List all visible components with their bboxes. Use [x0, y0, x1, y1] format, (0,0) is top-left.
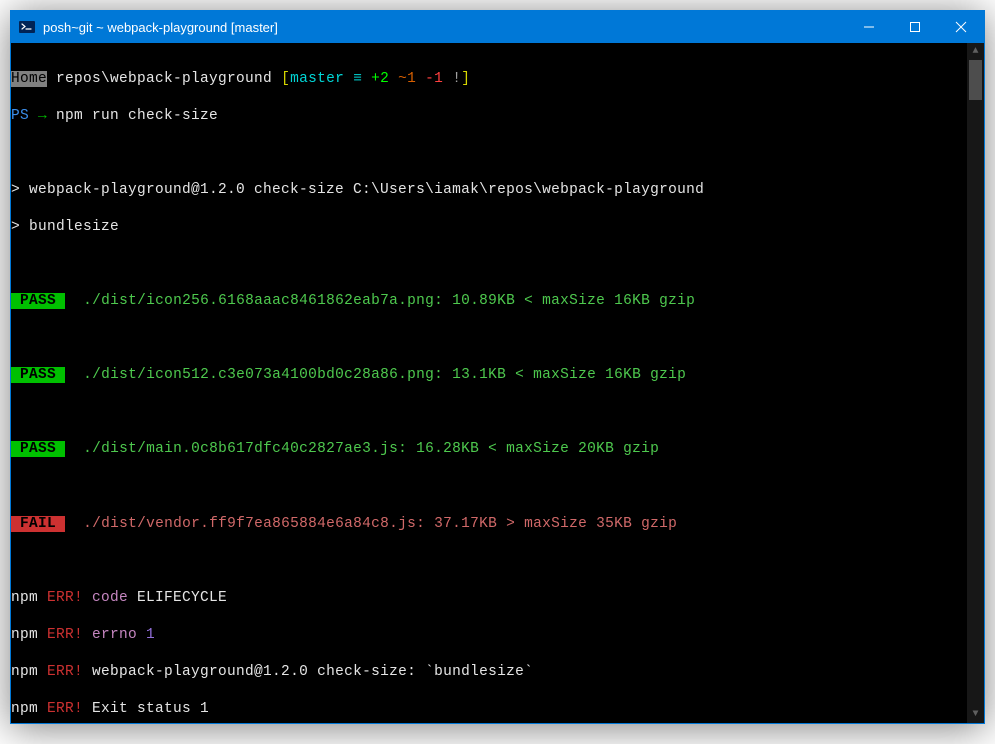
status-badge: FAIL — [11, 516, 65, 532]
result-row: FAIL ./dist/vendor.ff9f7ea865884e6a84c8.… — [11, 515, 967, 534]
ps-prompt: PS — [11, 108, 29, 124]
npm-error-line: npm ERR! code ELIFECYCLE — [11, 589, 967, 608]
status-badge: PASS — [11, 367, 65, 383]
scrollbar-track[interactable] — [967, 60, 984, 706]
terminal-output[interactable]: Home repos\webpack-playground [master ≡ … — [11, 43, 967, 723]
result-row: PASS ./dist/main.0c8b617dfc40c2827ae3.js… — [11, 440, 967, 459]
scrollbar[interactable]: ▲ ▼ — [967, 43, 984, 723]
npm-error-line: npm ERR! errno 1 — [11, 626, 967, 645]
powershell-icon — [19, 19, 35, 35]
npm-script-header: > webpack-playground@1.2.0 check-size C:… — [11, 181, 967, 200]
window-controls — [846, 11, 984, 43]
scroll-up-icon[interactable]: ▲ — [967, 43, 984, 60]
titlebar[interactable]: posh~git ~ webpack-playground [master] — [11, 11, 984, 43]
maximize-button[interactable] — [892, 11, 938, 43]
window-title: posh~git ~ webpack-playground [master] — [43, 20, 846, 35]
scroll-down-icon[interactable]: ▼ — [967, 706, 984, 723]
status-badge: PASS — [11, 441, 65, 457]
status-badge: PASS — [11, 293, 65, 309]
result-row: PASS ./dist/icon256.6168aaac8461862eab7a… — [11, 292, 967, 311]
minimize-button[interactable] — [846, 11, 892, 43]
terminal-window: posh~git ~ webpack-playground [master] H… — [10, 10, 985, 724]
prompt-home: Home — [11, 71, 47, 87]
result-row: PASS ./dist/icon512.c3e073a4100bd0c28a86… — [11, 366, 967, 385]
command-text: npm run check-size — [56, 108, 218, 124]
close-button[interactable] — [938, 11, 984, 43]
scrollbar-thumb[interactable] — [969, 60, 982, 100]
npm-error-line: npm ERR! Exit status 1 — [11, 700, 967, 719]
npm-error-line: npm ERR! webpack-playground@1.2.0 check-… — [11, 663, 967, 682]
